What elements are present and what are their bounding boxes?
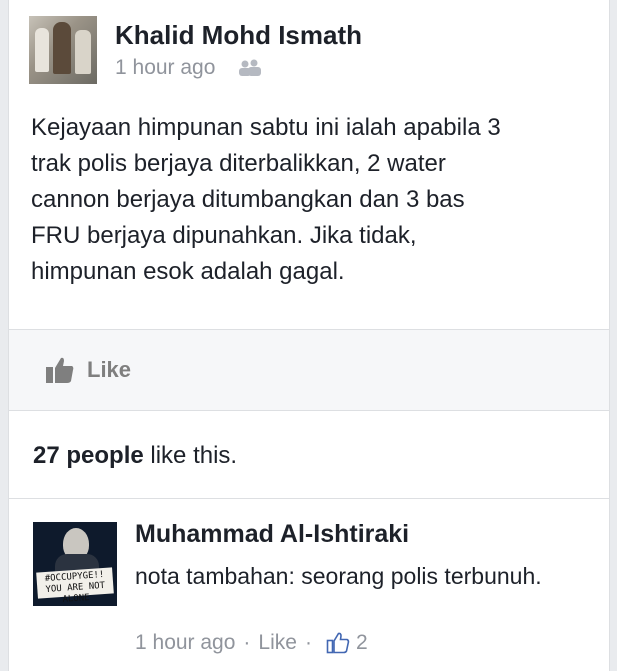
post-card: Khalid Mohd Ismath 1 hour ago Kejayaan h… (8, 0, 610, 671)
comment-meta: 1 hour ago · Like · 2 (135, 628, 368, 658)
like-button[interactable]: Like (45, 354, 131, 386)
avatar-banner-text: #OCCUPYGE!! YOU ARE NOT ALONE (36, 567, 114, 605)
friends-icon (239, 59, 261, 76)
divider (9, 410, 609, 411)
meta-separator: · (304, 631, 312, 654)
author-name[interactable]: Khalid Mohd Ismath (115, 20, 362, 51)
post-text: Kejayaan himpunan sabtu ini ialah apabil… (31, 114, 501, 285)
comment-like-link[interactable]: Like (258, 631, 297, 655)
likes-count[interactable]: 27 people (33, 442, 144, 469)
thumbs-up-icon (46, 357, 74, 383)
comment-timestamp[interactable]: 1 hour ago (135, 631, 235, 655)
comment-author[interactable]: Muhammad Al-Ishtiraki (135, 520, 409, 549)
like-label: Like (87, 357, 132, 382)
author-avatar[interactable] (29, 16, 97, 84)
comment-like-count[interactable]: 2 (356, 631, 368, 655)
likes-suffix: like this. (143, 442, 238, 469)
thumbs-up-outline-icon (326, 632, 350, 654)
likes-summary[interactable]: 27 people like this. (33, 442, 237, 470)
divider (9, 498, 609, 499)
comment-text: nota tambahan: seorang polis terbunuh. (135, 563, 542, 589)
post-timestamp[interactable]: 1 hour ago (115, 56, 215, 80)
commenter-avatar[interactable]: #OCCUPYGE!! YOU ARE NOT ALONE (33, 522, 117, 606)
meta-separator: · (243, 631, 251, 654)
